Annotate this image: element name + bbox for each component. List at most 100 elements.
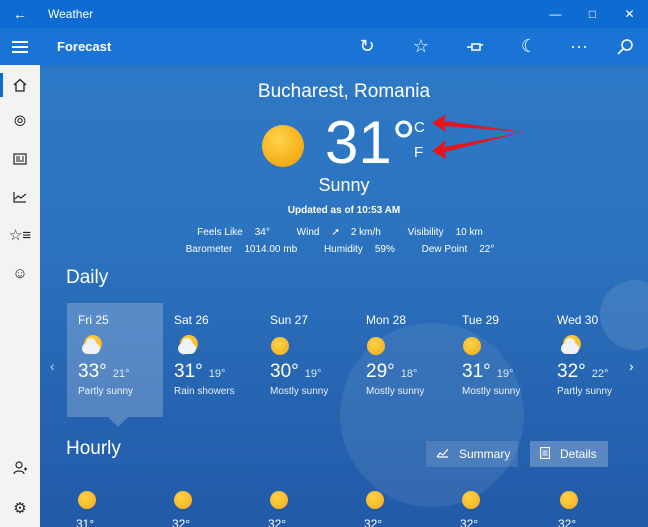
details-label: Details <box>560 447 597 461</box>
life-smiley-icon[interactable]: ☺ <box>0 255 40 291</box>
more-options-icon[interactable]: ··· <box>556 28 602 65</box>
barometer-value: 1014.00 mb <box>244 244 298 255</box>
hourly-temp: 31° <box>76 517 95 527</box>
settings-gear-icon[interactable]: ⚙ <box>0 490 40 526</box>
details-list-icon <box>540 446 550 462</box>
day-condition: Partly sunny <box>78 386 134 397</box>
daily-card[interactable]: Wed 30 32° 22° Partly sunny <box>546 303 642 417</box>
unit-toggle: C F <box>414 115 425 165</box>
humidity-label: Humidity <box>323 244 363 255</box>
daily-card[interactable]: Sun 27 30° 19° Mostly sunny <box>259 303 355 417</box>
maps-radar-icon[interactable]: ⦾ <box>0 103 40 139</box>
hourly-temp: 32° <box>364 517 383 527</box>
historical-weather-icon[interactable] <box>0 179 40 215</box>
section-title: Forecast <box>57 39 112 54</box>
sunny-weather-icon <box>262 125 304 167</box>
barometer-label: Barometer <box>185 244 233 255</box>
news-icon[interactable] <box>0 141 40 177</box>
chart-line-icon <box>436 447 449 461</box>
main-content: Bucharest, Romania 31° C F Sunny Updated… <box>40 65 648 527</box>
low-temp: 19° <box>304 368 322 380</box>
sunny-icon <box>366 491 384 509</box>
feels-like-label: Feels Like <box>197 227 243 238</box>
selection-pointer <box>108 417 128 427</box>
updated-time: Updated as of 10:53 AM <box>287 205 401 216</box>
current-temperature: 31° <box>325 109 416 176</box>
day-condition: Mostly sunny <box>270 386 329 397</box>
dew-point-value: 22° <box>479 244 495 255</box>
pin-icon[interactable] <box>448 28 502 65</box>
partly-sunny-icon <box>78 335 163 357</box>
minimize-icon[interactable]: — <box>537 0 574 28</box>
low-temp: 22° <box>591 368 609 380</box>
hourly-heading: Hourly <box>66 438 121 459</box>
summary-label: Summary <box>459 447 511 461</box>
wind-direction-icon: ➚ <box>331 227 340 238</box>
summary-button[interactable]: Summary <box>426 441 518 467</box>
refresh-icon[interactable]: ↻ <box>340 28 394 65</box>
title-bar: ← Weather — □ ✕ <box>0 0 648 28</box>
low-temp: 21° <box>112 368 130 380</box>
day-name: Wed 30 <box>557 313 599 327</box>
dew-point-label: Dew Point <box>421 244 468 255</box>
wind-label: Wind <box>296 227 320 238</box>
visibility-label: Visibility <box>407 227 444 238</box>
high-temp: 29° <box>366 361 395 382</box>
hourly-temp: 32° <box>172 517 191 527</box>
back-arrow-icon[interactable]: ← <box>0 0 40 28</box>
daily-card[interactable]: Tue 29 31° 19° Mostly sunny <box>451 303 547 417</box>
hamburger-menu-icon[interactable] <box>0 28 40 65</box>
daily-card[interactable]: Fri 25 33° 21° Partly sunny <box>67 303 163 417</box>
window-controls: — □ ✕ <box>537 0 648 28</box>
sunny-icon <box>174 491 192 509</box>
day-name: Tue 29 <box>462 313 499 327</box>
account-icon[interactable] <box>0 450 40 486</box>
previous-chevron-icon[interactable]: ‹ <box>50 358 55 374</box>
sunny-icon <box>462 335 547 357</box>
visibility-value: 10 km <box>455 227 483 238</box>
search-icon[interactable] <box>602 28 648 65</box>
fahrenheit-toggle[interactable]: F <box>414 140 425 165</box>
location-name: Bucharest, Romania <box>257 81 431 102</box>
details-row-1: Feels Like 34° Wind ➚ 2 km/h Visibility 10 k… <box>40 227 648 238</box>
annotation-arrow-icon <box>432 114 524 159</box>
high-temp: 30° <box>270 361 299 382</box>
daily-card[interactable]: Sat 26 ‘‘‘ 31° 19° Rain showers <box>163 303 259 417</box>
day-name: Sat 26 <box>174 313 209 327</box>
details-row-2: Barometer 1014.00 mb Humidity 59% Dew Poin… <box>40 244 648 255</box>
sunny-icon <box>366 335 451 357</box>
daily-heading: Daily <box>66 267 109 288</box>
sidebar: ⦾ ☆≡ ☺ ⚙ <box>0 65 40 527</box>
maximize-icon[interactable]: □ <box>574 0 611 28</box>
day-condition: Mostly sunny <box>366 386 425 397</box>
sunny-icon <box>462 491 480 509</box>
hourly-temp: 32° <box>460 517 479 527</box>
day-name: Mon 28 <box>366 313 407 327</box>
low-temp: 18° <box>400 368 418 380</box>
celsius-toggle[interactable]: C <box>414 115 425 140</box>
current-condition: Sunny <box>318 175 370 195</box>
sunny-icon <box>560 491 578 509</box>
rain-showers-icon: ‘‘‘ <box>174 335 259 360</box>
sunny-icon <box>270 491 288 509</box>
hourly-temp: 32° <box>558 517 577 527</box>
high-temp: 32° <box>557 361 586 382</box>
high-temp: 31° <box>174 361 203 382</box>
details-button[interactable]: Details <box>530 441 608 467</box>
dark-mode-moon-icon[interactable]: ☾ <box>502 28 556 65</box>
partly-sunny-icon <box>557 335 642 357</box>
favorite-places-icon[interactable]: ☆≡ <box>0 217 40 253</box>
home-icon[interactable] <box>0 67 40 103</box>
day-condition: Rain showers <box>174 386 235 397</box>
app-title: Weather <box>48 7 94 21</box>
high-temp: 31° <box>462 361 491 382</box>
sunny-icon <box>270 335 355 357</box>
humidity-value: 59% <box>374 244 395 255</box>
low-temp: 19° <box>208 368 226 380</box>
day-name: Fri 25 <box>78 313 109 327</box>
favorite-star-icon[interactable]: ☆ <box>394 28 448 65</box>
hourly-temp: 32° <box>268 517 287 527</box>
close-icon[interactable]: ✕ <box>611 0 648 28</box>
day-condition: Mostly sunny <box>462 386 521 397</box>
daily-card[interactable]: Mon 28 29° 18° Mostly sunny <box>355 303 451 417</box>
